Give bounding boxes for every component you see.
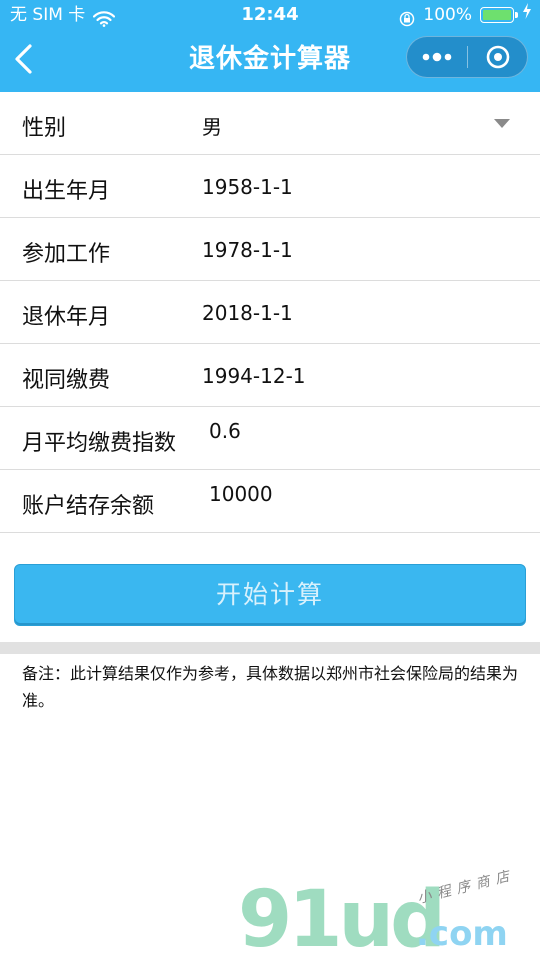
status-bar: 无 SIM 卡 12:44 100% <box>0 0 540 30</box>
watermark-tld: .com <box>416 914 508 954</box>
app-header: 无 SIM 卡 12:44 100% 退休金计算器 <box>0 0 540 92</box>
row-birth-date[interactable]: 出生年月 1958-1-1 <box>0 155 540 218</box>
watermark-brand: 91ud <box>238 875 446 965</box>
lock-rotation-icon <box>399 7 415 27</box>
retire-date-picker[interactable]: 2018-1-1 <box>202 301 293 325</box>
gender-select[interactable]: 男 <box>202 111 222 140</box>
row-work-start[interactable]: 参加工作 1978-1-1 <box>0 218 540 281</box>
battery-icon <box>480 7 518 23</box>
dropdown-arrow-icon[interactable] <box>494 119 510 128</box>
birth-date-picker[interactable]: 1958-1-1 <box>202 175 293 199</box>
watermark-logo: 91ud .com 小程序商店 <box>238 867 528 965</box>
birth-date-label: 出生年月 <box>22 179 111 204</box>
row-retire-date[interactable]: 退休年月 2018-1-1 <box>0 281 540 344</box>
row-deemed-contribution[interactable]: 视同缴费 1994-12-1 <box>0 344 540 407</box>
disclaimer-note: 备注：此计算结果仅作为参考，具体数据以郑州市社会保险局的结果为准。 <box>22 664 519 710</box>
deemed-contribution-label: 视同缴费 <box>22 368 111 393</box>
account-balance-label: 账户结存余额 <box>22 494 155 519</box>
section-divider <box>0 642 540 654</box>
contribution-index-input[interactable]: 0.6 <box>209 419 241 443</box>
mini-program-capsule <box>406 36 528 78</box>
nav-bar: 退休金计算器 <box>0 30 540 92</box>
retire-date-label: 退休年月 <box>22 305 111 330</box>
work-start-label: 参加工作 <box>22 242 111 267</box>
work-start-picker[interactable]: 1978-1-1 <box>202 238 293 262</box>
charge-icon <box>522 0 532 30</box>
contribution-index-label: 月平均缴费指数 <box>22 431 177 456</box>
battery-percent: 100% <box>423 5 472 25</box>
start-calculation-button[interactable]: 开始计算 <box>14 564 526 626</box>
close-icon[interactable] <box>468 37 528 77</box>
pension-form: 性别 男 出生年月 1958-1-1 参加工作 1978-1-1 退休年月 20… <box>0 92 540 533</box>
account-balance-input[interactable]: 10000 <box>209 482 273 506</box>
watermark-tagline: 小程序商店 <box>415 867 517 908</box>
row-contribution-index[interactable]: 月平均缴费指数 0.6 <box>0 407 540 470</box>
row-account-balance[interactable]: 账户结存余额 10000 <box>0 470 540 533</box>
deemed-contribution-picker[interactable]: 1994-12-1 <box>202 364 306 388</box>
status-right: 100% <box>399 0 532 30</box>
more-icon[interactable] <box>407 37 467 77</box>
row-gender[interactable]: 性别 男 <box>0 92 540 155</box>
gender-label: 性别 <box>22 116 67 141</box>
